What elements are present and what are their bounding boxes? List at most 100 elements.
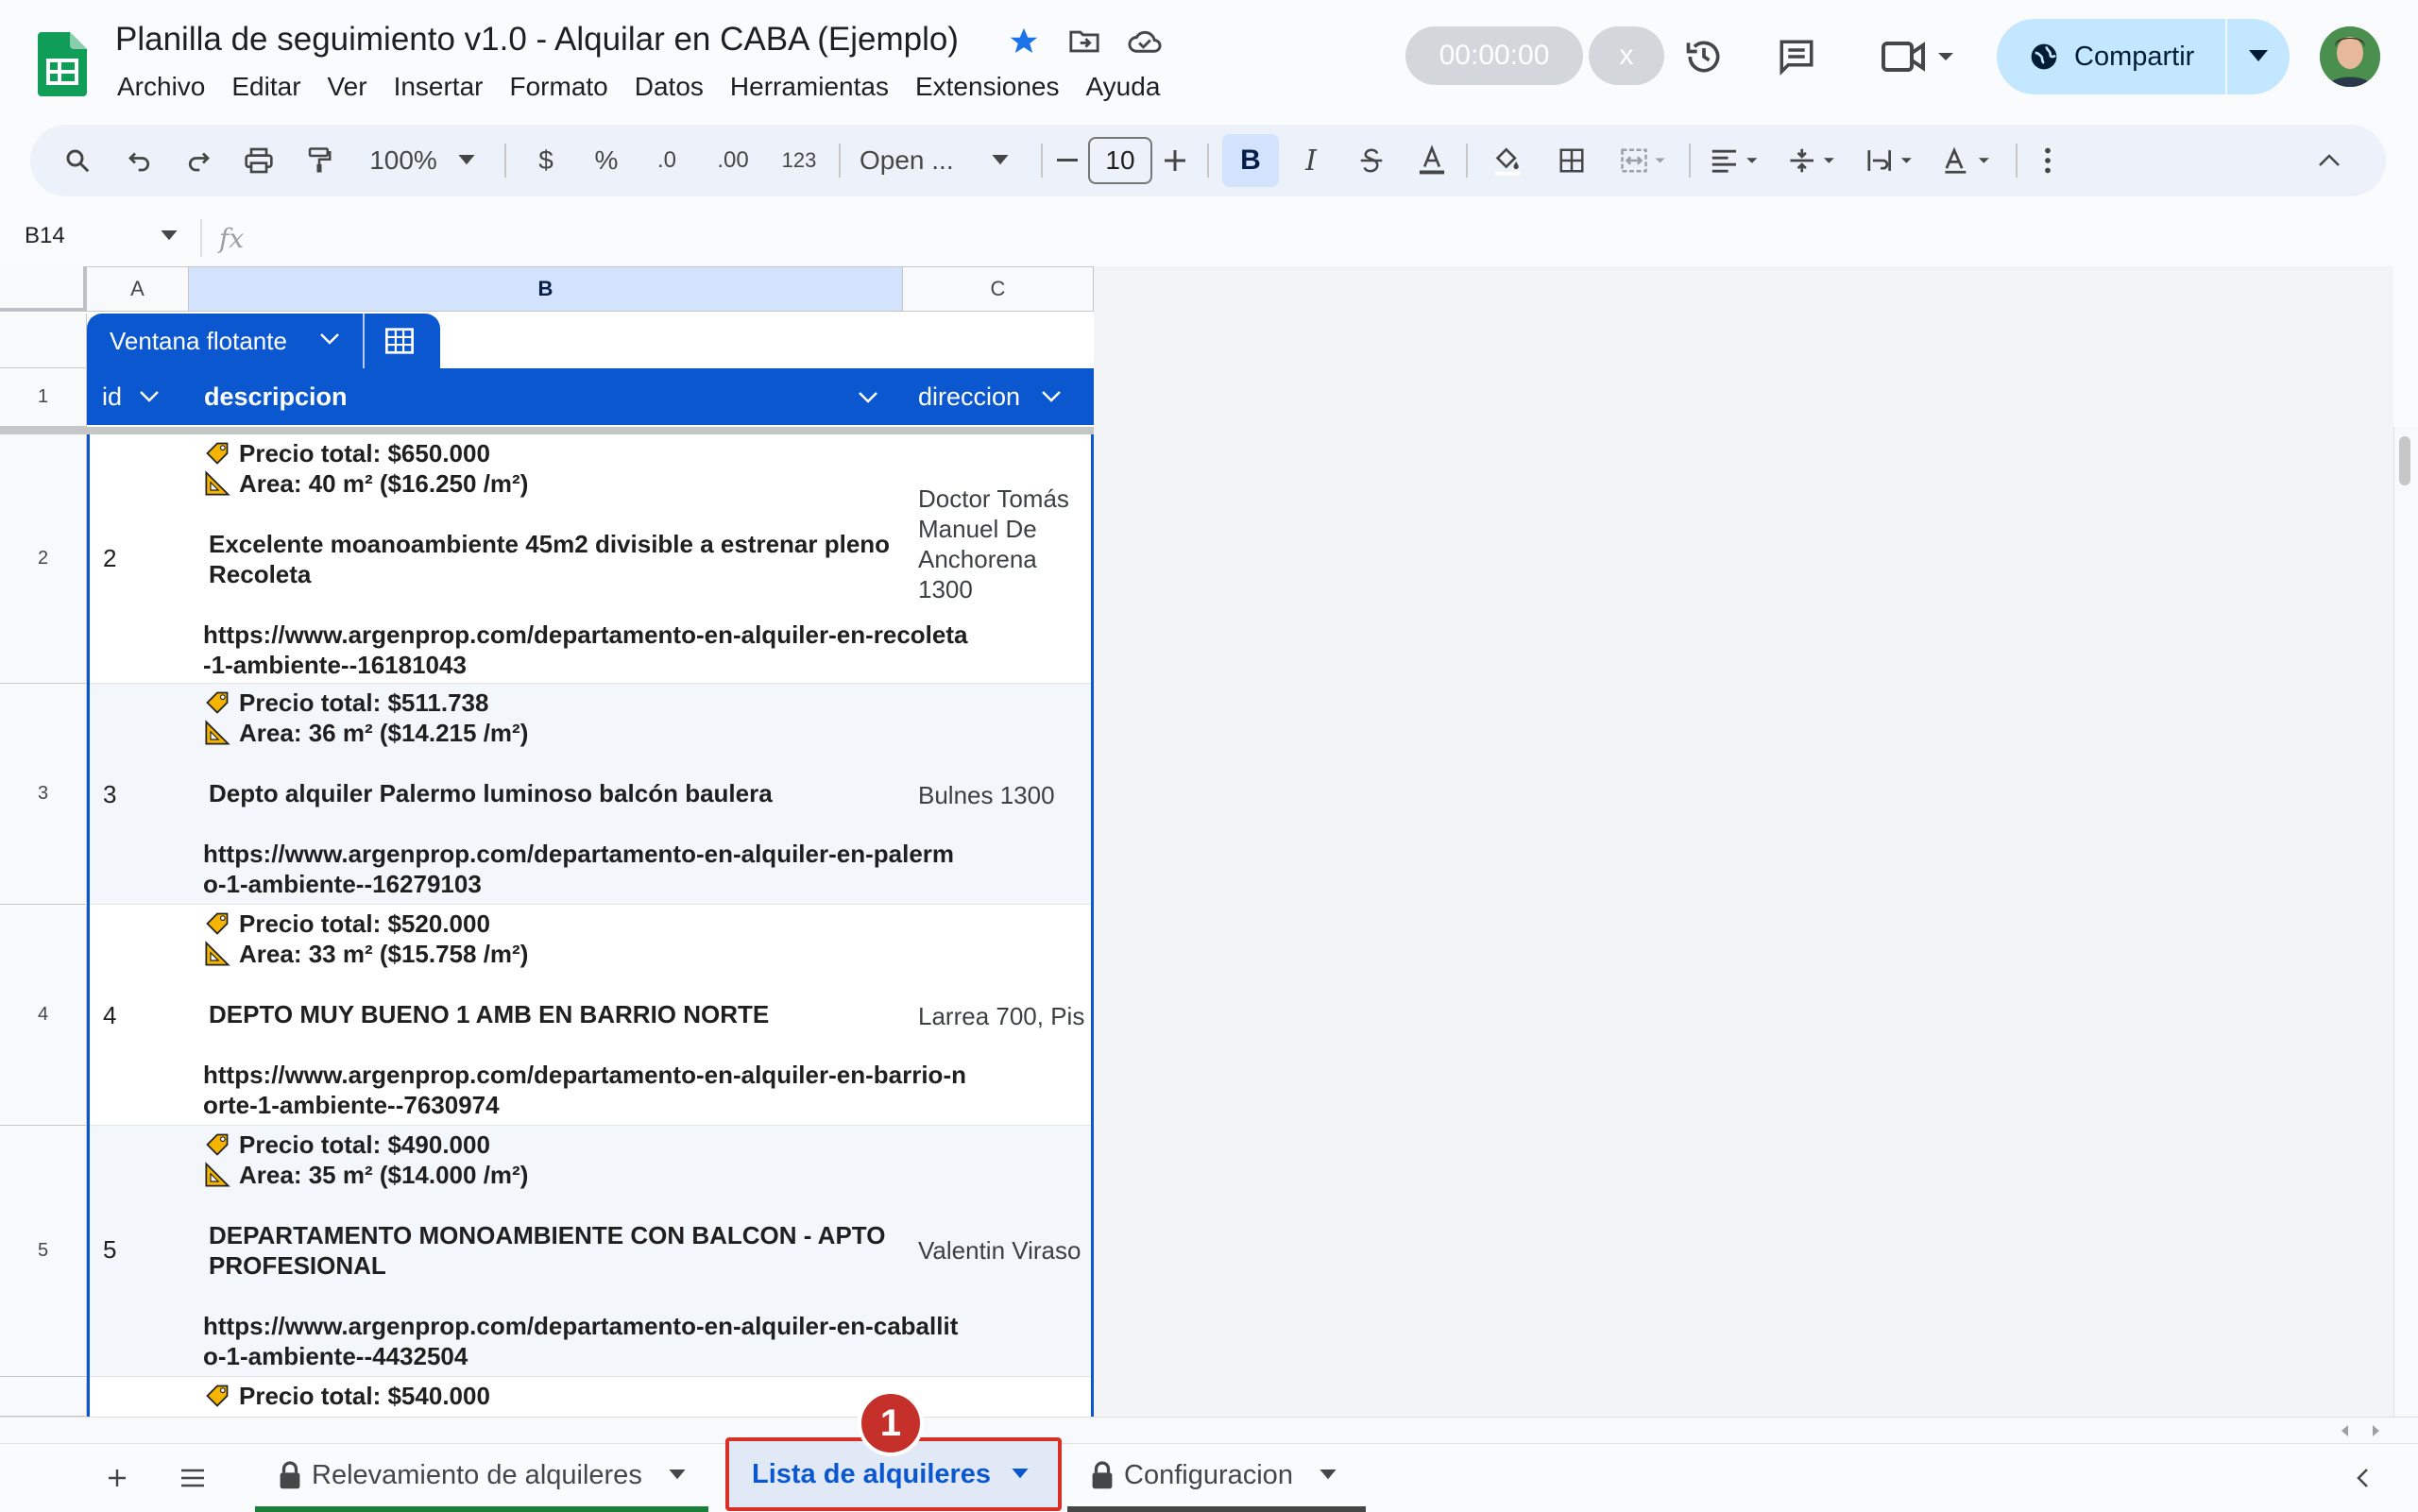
borders-icon[interactable]	[1545, 125, 1598, 196]
table-name-chip[interactable]: Ventana flotante	[87, 314, 440, 368]
decrease-font-size-icon[interactable]	[1048, 125, 1086, 196]
all-sheets-icon[interactable]	[174, 1444, 212, 1512]
number-format-button[interactable]: 123	[769, 125, 829, 196]
undo-icon[interactable]	[113, 125, 166, 196]
text-color-icon[interactable]	[1405, 125, 1458, 196]
menu-ver[interactable]: Ver	[315, 68, 381, 106]
share-dropdown-button[interactable]	[2225, 19, 2290, 94]
chevron-down-icon	[992, 155, 1009, 165]
sheet-tab-bar: Relevamiento de alquileres Configuracion	[0, 1443, 2418, 1512]
timer-close-button[interactable]: x	[1589, 26, 1664, 85]
menu-insertar[interactable]: Insertar	[381, 68, 497, 106]
column-header-a[interactable]: A	[87, 267, 189, 311]
currency-format-button[interactable]: $	[519, 125, 572, 196]
vertical-scrollbar[interactable]	[2393, 427, 2418, 1417]
italic-button[interactable]: I	[1285, 125, 1337, 196]
font-family-value: Open ...	[860, 145, 954, 175]
redo-icon[interactable]	[172, 125, 225, 196]
cell-reference: B14	[25, 223, 65, 248]
text-rotation-icon[interactable]	[1933, 125, 2004, 196]
fx-label: fx	[219, 223, 245, 254]
row-header-4[interactable]: 4	[0, 905, 87, 1126]
name-box[interactable]: B14	[25, 223, 65, 249]
comments-icon[interactable]	[1768, 28, 1825, 85]
text-wrapping-icon[interactable]	[1855, 125, 1927, 196]
row-header-5[interactable]: 5	[0, 1126, 87, 1377]
menu-datos[interactable]: Datos	[622, 68, 717, 106]
bold-button[interactable]: B	[1222, 134, 1279, 187]
increase-font-size-icon[interactable]	[1156, 125, 1194, 196]
header-direccion[interactable]: direccion	[918, 368, 1062, 425]
chevron-down-icon	[458, 155, 475, 165]
fill-color-icon[interactable]	[1477, 125, 1538, 196]
header-descripcion[interactable]: descripcion	[204, 368, 348, 425]
column-header-bar: A B C	[0, 266, 1094, 312]
horizontal-align-icon[interactable]	[1700, 125, 1772, 196]
menu-bar: Archivo Editar Ver Insertar Formato Dato…	[104, 68, 1173, 106]
chip-separator	[363, 314, 365, 368]
merge-cells-icon[interactable]	[1606, 125, 1681, 196]
cloud-saved-icon[interactable]	[1126, 23, 1164, 60]
lock-icon	[1092, 1461, 1113, 1489]
row-header-chip-spacer	[0, 314, 87, 368]
formula-input[interactable]	[255, 217, 2390, 259]
star-icon[interactable]	[1005, 23, 1043, 60]
vertical-align-icon[interactable]	[1778, 125, 1849, 196]
header-id[interactable]: id	[102, 368, 160, 425]
explore-collapse-icon[interactable]	[2348, 1444, 2376, 1512]
collapse-toolbar-icon[interactable]	[2303, 125, 2356, 196]
name-box-dropdown-icon[interactable]	[161, 230, 178, 242]
decrease-decimal-button[interactable]: .0	[640, 125, 693, 196]
timer-display[interactable]: 00:00:00	[1405, 26, 1583, 85]
table-grid-icon[interactable]	[383, 327, 416, 355]
sheet-tab-label: Lista de alquileres	[752, 1458, 992, 1489]
zoom-select[interactable]: 100%	[361, 125, 484, 196]
row-header-3[interactable]: 3	[0, 684, 87, 905]
menu-extensiones[interactable]: Extensiones	[902, 68, 1073, 106]
font-size-input[interactable]: 10	[1088, 137, 1152, 184]
row-header-1[interactable]: 1	[0, 368, 87, 427]
share-button[interactable]: Compartir	[1997, 19, 2225, 94]
print-icon[interactable]	[232, 125, 285, 196]
more-options-icon[interactable]	[2029, 125, 2067, 196]
increase-decimal-button[interactable]: .00	[703, 125, 763, 196]
chevron-down-icon	[669, 1470, 686, 1480]
percent-format-button[interactable]: %	[580, 125, 633, 196]
select-all-corner[interactable]	[0, 266, 87, 312]
avatar[interactable]	[2320, 26, 2380, 87]
add-sheet-icon[interactable]	[98, 1444, 136, 1512]
scroll-right-icon[interactable]	[2371, 1425, 2380, 1436]
sheet-tab-configuracion[interactable]: Configuracion	[1067, 1444, 1366, 1512]
search-menus-icon[interactable]	[51, 125, 104, 196]
font-family-select[interactable]: Open ...	[852, 125, 1031, 196]
menu-herramientas[interactable]: Herramientas	[717, 68, 902, 106]
horizontal-scrollbar[interactable]	[0, 1417, 2418, 1443]
move-folder-icon[interactable]	[1065, 23, 1103, 60]
row-header-2[interactable]: 2	[0, 434, 87, 684]
meet-camera-icon[interactable]	[1872, 28, 1967, 85]
sheets-logo-icon[interactable]	[38, 32, 87, 96]
chevron-down-icon	[140, 391, 159, 402]
vertical-scrollbar-thumb[interactable]	[2399, 436, 2410, 485]
frozen-row-divider[interactable]	[0, 427, 1094, 434]
menu-archivo[interactable]: Archivo	[104, 68, 218, 106]
table-name: Ventana flotante	[110, 327, 287, 355]
header-direccion-label: direccion	[918, 382, 1021, 411]
document-title[interactable]: Planilla de seguimiento v1.0 - Alquilar …	[115, 21, 959, 59]
menu-ayuda[interactable]: Ayuda	[1073, 68, 1174, 106]
row-header-6[interactable]	[0, 1377, 87, 1417]
header-descripcion-label: descripcion	[204, 382, 348, 411]
chevron-down-icon[interactable]	[858, 391, 878, 404]
menu-formato[interactable]: Formato	[497, 68, 622, 106]
sheet-tab-relevamiento[interactable]: Relevamiento de alquileres	[255, 1444, 708, 1512]
column-header-b[interactable]: B	[189, 267, 903, 311]
table-header-row: id descripcion direccion	[87, 368, 1094, 425]
share-label: Compartir	[2074, 41, 2195, 72]
version-history-icon[interactable]	[1676, 28, 1732, 85]
paint-format-icon[interactable]	[293, 125, 346, 196]
chevron-down-icon	[1042, 391, 1061, 402]
scroll-left-icon[interactable]	[2341, 1425, 2350, 1436]
strikethrough-icon[interactable]	[1345, 125, 1398, 196]
column-header-c[interactable]: C	[903, 267, 1094, 311]
menu-editar[interactable]: Editar	[218, 68, 314, 106]
